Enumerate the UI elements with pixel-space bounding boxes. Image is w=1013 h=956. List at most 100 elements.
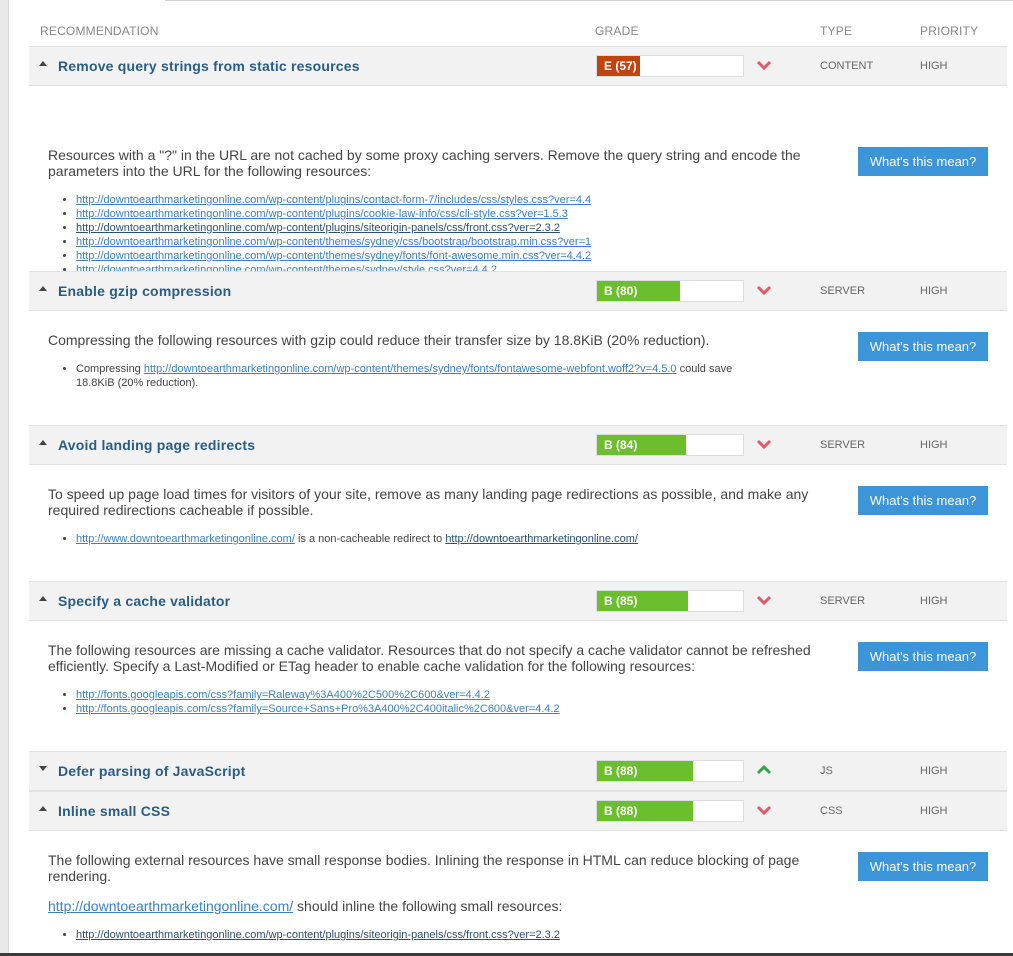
grade-bar: B (84)	[596, 434, 744, 456]
rec-priority: HIGH	[920, 285, 948, 297]
whats-this-mean-button[interactable]: What's this mean?	[858, 852, 988, 881]
trend-down-icon	[756, 285, 772, 296]
resource-link[interactable]: http://downtoearthmarketingonline.com/wp…	[144, 363, 677, 375]
rec-header-cache-validator[interactable]: Specify a cache validator B (85) SERVER …	[29, 581, 1007, 621]
grade-bar: B (80)	[596, 280, 744, 302]
rec-body-gzip: Compressing the following resources with…	[29, 311, 1007, 425]
list-item: http://fonts.googleapis.com/css?family=R…	[76, 688, 560, 702]
resource-link[interactable]: http://downtoearthmarketingonline.com/wp…	[76, 929, 560, 941]
rec-priority: HIGH	[920, 765, 948, 777]
grade-bar: B (88)	[596, 760, 744, 782]
rec-type: CSS	[820, 805, 843, 817]
rec-body-redirects: To speed up page load times for visitors…	[29, 465, 1007, 581]
grade-label: B (80)	[604, 284, 638, 298]
list-item: http://downtoearthmarketingonline.com/wp…	[76, 249, 591, 263]
grade-bar: B (85)	[596, 590, 744, 612]
whats-this-mean-button[interactable]: What's this mean?	[858, 486, 988, 515]
rec-description: Compressing the following resources with…	[48, 332, 710, 348]
rec-type: JS	[820, 765, 833, 777]
redirect-target-link[interactable]: http://downtoearthmarketingonline.com/	[445, 533, 638, 545]
list-item: http://downtoearthmarketingonline.com/wp…	[76, 235, 591, 249]
list-item: http://downtoearthmarketingonline.com/wp…	[76, 221, 591, 235]
page-left-gutter	[0, 0, 8, 956]
site-link[interactable]: http://downtoearthmarketingonline.com/	[48, 898, 293, 914]
rec-title[interactable]: Specify a cache validator	[58, 593, 230, 609]
resource-list: Compressing http://downtoearthmarketingo…	[48, 362, 732, 390]
grade-label: E (57)	[604, 59, 637, 73]
rec-type: CONTENT	[820, 60, 874, 72]
trend-down-icon	[756, 439, 772, 450]
resource-link[interactable]: http://www.downtoearthmarketingonline.co…	[76, 533, 295, 545]
col-grade: GRADE	[595, 24, 639, 38]
trend-down-icon	[756, 60, 772, 71]
resource-link[interactable]: http://downtoearthmarketingonline.com/wp…	[76, 222, 560, 234]
trend-down-icon	[756, 595, 772, 606]
rec-description: To speed up page load times for visitors…	[48, 486, 809, 518]
resource-list: http://fonts.googleapis.com/css?family=R…	[48, 688, 560, 716]
page-left-border	[8, 0, 9, 956]
rec-header-defer-js[interactable]: Defer parsing of JavaScript B (88) JS HI…	[29, 751, 1007, 791]
rec-title[interactable]: Avoid landing page redirects	[58, 437, 255, 453]
item-middle: is a non-cacheable redirect to	[294, 533, 446, 545]
rec-header-redirects[interactable]: Avoid landing page redirects B (84) SERV…	[29, 425, 1007, 465]
rec-header-inline-css[interactable]: Inline small CSS B (88) CSS HIGH	[29, 791, 1007, 831]
resource-list: http://www.downtoearthmarketingonline.co…	[48, 532, 638, 546]
rec-header-query-strings[interactable]: Remove query strings from static resourc…	[29, 46, 1007, 86]
rec-title[interactable]: Inline small CSS	[58, 803, 170, 819]
collapse-caret-icon[interactable]	[39, 596, 47, 601]
collapse-caret-icon[interactable]	[39, 61, 47, 66]
site-suffix: should inline the following small resour…	[293, 898, 563, 914]
resource-link[interactable]: http://downtoearthmarketingonline.com/wp…	[76, 236, 591, 248]
item-prefix: Compressing	[76, 363, 144, 375]
rec-title[interactable]: Enable gzip compression	[58, 283, 231, 299]
list-item: http://www.downtoearthmarketingonline.co…	[76, 532, 638, 546]
rec-priority: HIGH	[920, 595, 948, 607]
list-item: http://downtoearthmarketingonline.com/wp…	[76, 928, 560, 942]
resource-link[interactable]: http://downtoearthmarketingonline.com/wp…	[76, 208, 568, 220]
trend-down-icon	[756, 805, 772, 816]
resource-link[interactable]: http://downtoearthmarketingonline.com/wp…	[76, 194, 591, 206]
expand-caret-icon[interactable]	[39, 766, 47, 771]
rec-description: The following resources are missing a ca…	[48, 642, 811, 674]
rec-type: SERVER	[820, 439, 866, 451]
grade-label: B (88)	[604, 764, 638, 778]
list-item: http://downtoearthmarketingonline.com/wp…	[76, 193, 591, 207]
item-line2: 18.8KiB (20% reduction).	[76, 377, 199, 389]
inline-site-line: http://downtoearthmarketingonline.com/ s…	[48, 898, 562, 914]
col-recommendation: RECOMMENDATION	[40, 24, 159, 38]
whats-this-mean-button[interactable]: What's this mean?	[858, 147, 988, 176]
resource-link[interactable]: http://downtoearthmarketingonline.com/wp…	[76, 250, 591, 262]
rec-title[interactable]: Defer parsing of JavaScript	[58, 763, 245, 779]
rec-type: SERVER	[820, 595, 866, 607]
resource-list: http://downtoearthmarketingonline.com/wp…	[48, 928, 560, 942]
resource-link[interactable]: http://fonts.googleapis.com/css?family=R…	[76, 689, 490, 701]
rec-body-query-strings: Resources with a "?" in the URL are not …	[29, 86, 1007, 276]
collapse-caret-icon[interactable]	[39, 440, 47, 445]
collapse-caret-icon[interactable]	[39, 286, 47, 291]
item-suffix: could save	[676, 363, 733, 375]
table-header: RECOMMENDATION GRADE TYPE PRIORITY	[29, 0, 1007, 46]
recommendations-table: RECOMMENDATION GRADE TYPE PRIORITY Remov…	[29, 0, 1007, 953]
trend-up-icon	[756, 764, 772, 775]
rec-description: The following external resources have sm…	[48, 852, 800, 884]
whats-this-mean-button[interactable]: What's this mean?	[858, 642, 988, 671]
grade-bar: E (57)	[596, 55, 744, 77]
rec-description: Resources with a "?" in the URL are not …	[48, 147, 801, 179]
list-item: http://downtoearthmarketingonline.com/wp…	[76, 207, 591, 221]
grade-bar: B (88)	[596, 800, 744, 822]
rec-body-cache-validator: The following resources are missing a ca…	[29, 621, 1007, 751]
rec-priority: HIGH	[920, 439, 948, 451]
grade-label: B (88)	[604, 804, 638, 818]
rec-title[interactable]: Remove query strings from static resourc…	[58, 58, 360, 74]
grade-label: B (85)	[604, 594, 638, 608]
rec-priority: HIGH	[920, 60, 948, 72]
whats-this-mean-button[interactable]: What's this mean?	[858, 332, 988, 361]
col-type: TYPE	[820, 24, 853, 38]
resource-list: http://downtoearthmarketingonline.com/wp…	[48, 193, 591, 277]
collapse-caret-icon[interactable]	[39, 806, 47, 811]
resource-link[interactable]: http://fonts.googleapis.com/css?family=S…	[76, 703, 560, 715]
grade-label: B (84)	[604, 438, 638, 452]
col-priority: PRIORITY	[920, 24, 979, 38]
list-item: Compressing http://downtoearthmarketingo…	[76, 362, 732, 390]
rec-header-gzip[interactable]: Enable gzip compression B (80) SERVER HI…	[29, 271, 1007, 311]
